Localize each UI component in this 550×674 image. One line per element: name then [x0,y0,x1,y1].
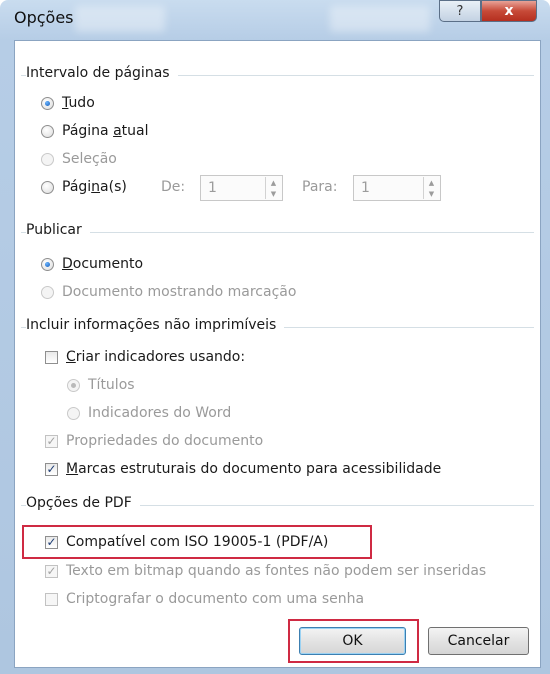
radio-pages[interactable]: Página(s) [41,179,127,195]
checkmark-icon[interactable]: ✓ [45,462,58,476]
up-arrow-icon: ▲ [270,178,277,187]
ok-button[interactable]: OK [299,627,406,655]
up-arrow-icon: ▲ [428,178,435,187]
down-arrow-icon: ▼ [270,189,277,198]
options-dialog: Opções ? x Intervalo de páginas Tudo Pág… [0,0,550,674]
checkbox-unchecked[interactable] [45,350,58,364]
doc-properties-checkbox: ✓ Propriedades do documento [45,433,263,449]
radio-button-disabled [41,152,54,166]
radio-document-label: Documento [62,256,144,272]
checkmark-icon[interactable]: ✓ [45,535,58,549]
spinner-arrows: ▲ ▼ [265,177,281,199]
radio-button-checked[interactable] [41,257,54,271]
radio-selection: Seleção [41,151,117,167]
title-bar[interactable]: Opções ? x [0,0,550,40]
to-spinner: 1 ▲ ▼ [353,175,441,201]
structure-tags-label: Marcas estruturais do documento para ace… [66,461,442,477]
background-blur [75,6,165,32]
radio-button-disabled [41,285,54,299]
down-arrow-icon: ▼ [428,189,435,198]
group-title-page-range: Intervalo de páginas [26,65,178,81]
radio-word-bookmarks: Indicadores do Word [67,405,231,421]
radio-headings: Títulos [67,377,135,393]
radio-word-bookmarks-label: Indicadores do Word [88,405,232,421]
radio-document-markup: Documento mostrando marcação [41,284,296,300]
group-title-pdf-options: Opções de PDF [26,495,140,511]
doc-properties-label: Propriedades do documento [66,433,264,449]
bitmap-text-checkbox: ✓ Texto em bitmap quando as fontes não p… [45,563,486,579]
create-bookmarks-checkbox[interactable]: Criar indicadores usando: [45,349,245,365]
encrypt-label: Criptografar o documento com uma senha [66,591,365,607]
radio-button-disabled [67,406,80,420]
encrypt-checkbox: Criptografar o documento com uma senha [45,591,364,607]
group-title-nonprint: Incluir informações não imprimíveis [26,317,285,333]
spinner-arrows: ▲ ▼ [423,177,439,199]
radio-button-disabled-checked [67,378,80,392]
checkbox-disabled [45,592,58,606]
radio-pages-label: Página(s) [62,179,127,195]
iso-pdfa-label: Compatível com ISO 19005-1 (PDF/A) [66,534,329,550]
cancel-button[interactable]: Cancelar [428,627,529,655]
radio-document-markup-label: Documento mostrando marcação [62,284,297,300]
radio-button[interactable] [41,124,54,138]
radio-current-page-label: Página atual [62,123,149,139]
from-label: De: [161,179,186,195]
dialog-title: Opções [14,8,74,27]
checkmark-icon: ✓ [45,433,58,448]
group-divider [21,232,534,233]
group-title-publish: Publicar [26,222,90,238]
radio-button-checked[interactable] [41,96,54,110]
background-blur [330,6,430,32]
to-value: 1 [361,180,370,196]
bitmap-text-label: Texto em bitmap quando as fontes não pod… [66,563,487,579]
dialog-body: Intervalo de páginas Tudo Página atual S… [14,40,541,668]
radio-all[interactable]: Tudo [41,95,95,111]
from-value: 1 [208,180,217,196]
radio-document[interactable]: Documento [41,256,143,272]
create-bookmarks-label: Criar indicadores usando: [66,349,246,365]
checkmark-icon: ✓ [45,563,58,578]
iso-pdfa-checkbox[interactable]: ✓ Compatível com ISO 19005-1 (PDF/A) [45,534,328,550]
radio-headings-label: Títulos [88,377,135,393]
structure-tags-checkbox[interactable]: ✓ Marcas estruturais do documento para a… [45,461,441,477]
radio-button[interactable] [41,180,54,194]
radio-all-label: Tudo [62,95,95,111]
help-button[interactable]: ? [439,0,481,22]
from-spinner: 1 ▲ ▼ [200,175,283,201]
close-button[interactable]: x [481,0,537,22]
radio-selection-label: Seleção [62,151,117,167]
radio-current-page[interactable]: Página atual [41,123,149,139]
to-label: Para: [302,179,338,195]
